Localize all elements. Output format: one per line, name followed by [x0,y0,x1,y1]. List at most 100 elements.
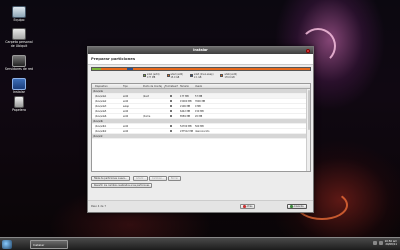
partition-segment [133,68,310,70]
used-cell: 0 MB [195,104,201,108]
window-footer: Paso 4 de 7 Atrás Adelante [88,200,313,212]
scrollbar-thumb[interactable] [307,90,310,130]
partition-table[interactable]: Dispositivo Tipo Punto de montaje ¿Forma… [91,83,311,172]
column-header[interactable]: Punto de montaje [142,84,162,88]
clock[interactable]: 10:56 am 29/08/11 [385,240,397,246]
table-body: /dev/sda/dev/sda1 ext4/boot 177 MB 57 MB/de… [92,89,310,139]
desktop-icon-computer[interactable]: Equipo [3,6,35,23]
used-cell: 57 MB [195,94,203,98]
legend-item: sda2 (ext4) 15.0 GB [166,73,183,79]
add-partition-button[interactable]: Añadir... [133,176,149,181]
window-title: Instalar [193,48,208,52]
type-cell: ext4 [123,124,129,128]
back-arrow-icon [243,205,246,208]
device-cell: /dev/sda [93,89,103,93]
partition-segment [100,68,127,70]
device-cell: /dev/sdb2 [95,129,107,133]
close-icon[interactable] [306,48,310,53]
legend-size: 2.1 GB [194,75,202,79]
type-cell: ext4 [123,129,129,133]
format-checkbox[interactable] [169,129,173,133]
device-cell: /dev/sdb [93,119,103,123]
format-checkbox[interactable] [169,124,173,128]
desktop-icon-label: Papelera [12,108,26,112]
column-header[interactable]: ¿Formatear? [162,84,179,88]
start-menu-icon[interactable] [2,240,12,249]
column-header[interactable]: Usado [194,84,214,88]
size-cell: 15000 MB [180,99,192,103]
format-checkbox[interactable] [169,109,173,113]
delete-partition-button[interactable]: Borrar [168,176,182,181]
column-header[interactable]: Tamaño [179,84,194,88]
desktop-icon-label: Equipo [13,18,25,22]
used-cell: desconocido [195,129,210,133]
legend-item: sda6 (ext4) 170.9 GB [220,73,237,79]
size-cell: 6442 MB [180,109,191,113]
size-cell: 177 MB [180,94,189,98]
trash-icon [14,96,24,108]
format-cell [162,124,179,128]
legend-swatch [220,74,224,77]
back-button[interactable]: Atrás [240,204,256,209]
format-checkbox[interactable] [169,94,173,98]
column-header [214,84,310,88]
taskbar-item-installer[interactable]: Instalar [30,240,68,249]
used-cell: 3500 MB [195,99,206,103]
desktop-icon-home[interactable]: Carpeta personal de Ubiquit [3,28,35,48]
column-header[interactable]: Tipo [122,84,142,88]
mount-cell: /boot [143,94,149,98]
legend-size: 170.9 GB [224,75,235,79]
change-partition-button[interactable]: Cambiar... [149,176,167,181]
volume-icon[interactable] [378,241,383,245]
next-button[interactable]: Adelante [287,204,307,209]
computer-icon [12,6,26,18]
clock-date: 29/08/11 [385,243,397,246]
table-scrollbar[interactable] [306,89,310,171]
format-cell [162,114,179,118]
desktop: Equipo Carpeta personal de Ubiquit Servi… [0,0,400,237]
installer-window: Instalar Preparar particiones sda1 (ext4… [87,46,314,213]
format-cell [162,129,179,133]
used-cell: 150 MB [195,109,204,113]
legend-swatch [143,74,146,77]
format-checkbox[interactable] [169,104,173,108]
device-cell: /dev/sda5 [95,109,107,113]
format-checkbox[interactable] [169,114,173,118]
mount-cell: /home [143,114,151,118]
device-cell: /dev/sda6 [95,114,107,118]
device-cell: /dev/sdc [93,134,103,138]
used-cell: 20 MB [195,114,203,118]
type-cell: ext4 [123,99,129,103]
desktop-icon-label: Servidores de red [4,67,34,71]
device-cell: /dev/sda3 [95,104,107,108]
format-cell [162,99,179,103]
type-cell: ext4 [123,109,129,113]
system-tray: 10:56 am 29/08/11 [372,240,397,246]
step-indicator: Paso 4 de 7 [91,205,106,208]
network-icon[interactable] [372,241,377,245]
desktop-icon-network[interactable]: Servidores de red [3,55,35,72]
revert-changes-button[interactable]: Revertir los cambios realizados a las pa… [91,183,153,188]
window-titlebar[interactable]: Instalar [88,47,313,54]
legend-size: 15.0 GB [170,75,180,79]
table-group-row[interactable]: /dev/sdc [92,134,310,139]
desktop-icon-install[interactable]: Instalar [3,78,35,95]
desktop-icon-trash[interactable]: Papelera [3,96,35,113]
partition-bar [91,67,311,71]
network-drive-icon [12,55,26,67]
page-header: Preparar particiones [88,54,313,65]
new-partition-table-button[interactable]: Tabla de particiones nueva... [91,176,130,181]
legend-swatch [166,74,170,77]
size-cell: 2106 MB [180,104,191,108]
legend-swatch [190,74,194,77]
installer-icon [12,78,26,90]
device-cell: /dev/sda2 [95,99,107,103]
column-header[interactable]: Dispositivo [92,84,122,88]
size-cell: 8589 MB [180,114,191,118]
format-checkbox[interactable] [169,99,173,103]
type-cell: swap [123,104,129,108]
partition-segment [92,68,101,70]
home-folder-icon [12,28,26,40]
size-cell: 52709 MB [180,124,192,128]
desktop-icon-label: Instalar [13,90,25,94]
